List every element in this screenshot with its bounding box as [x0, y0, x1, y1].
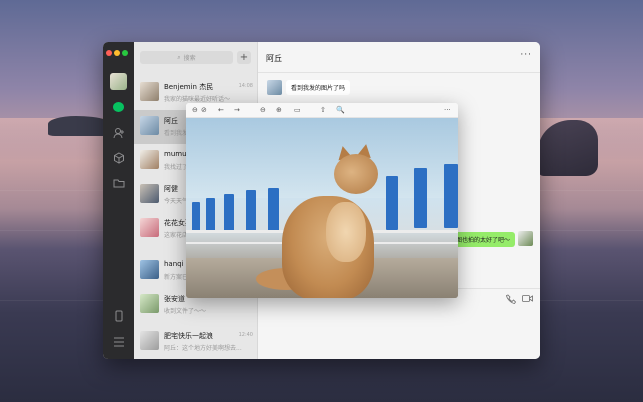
conversation-preview: 我家的猫咪最近好听话～ — [164, 96, 231, 103]
more-icon[interactable]: ··· — [444, 105, 451, 116]
conversation-preview: 收到文件了～～ — [164, 308, 207, 315]
nav-rail — [103, 42, 134, 359]
conversation-time: 14:08 — [238, 83, 253, 89]
header-divider — [258, 72, 540, 73]
photo-pillar — [386, 176, 398, 230]
avatar — [140, 82, 159, 101]
avatar[interactable] — [267, 80, 282, 95]
avatar — [140, 116, 159, 135]
share-icon[interactable]: ⇧ — [320, 105, 326, 116]
list-item[interactable]: 肥宅快乐一起浪 12:40 阿丘：这个地方好美啊想去... — [134, 325, 258, 359]
conversation-name: mumu — [164, 150, 187, 158]
conversation-name: 阿丘 — [164, 117, 178, 125]
close-window-button[interactable] — [106, 50, 112, 56]
photo-pillar — [224, 194, 234, 232]
conversation-preview: 阿丘：这个地方好美啊想去... — [164, 345, 242, 352]
rotate-left-icon[interactable]: ⊖ — [192, 105, 198, 116]
image-viewer: ⊖ ⊘ ← → ⊖ ⊕ ▭ ⇧ 🔍 ··· — [186, 103, 458, 298]
photo-pillar — [414, 168, 427, 228]
contacts-icon[interactable] — [111, 125, 126, 140]
search-input[interactable]: ⌕ 搜索 — [140, 51, 233, 64]
user-avatar[interactable] — [110, 73, 127, 90]
search-icon[interactable]: 🔍 — [336, 105, 345, 116]
photo-pillar — [444, 164, 458, 228]
avatar — [140, 150, 159, 169]
zoom-window-button[interactable] — [122, 50, 128, 56]
desktop-island-right — [538, 120, 598, 176]
cat-chest — [326, 202, 366, 262]
cat-photo[interactable] — [186, 118, 458, 298]
message-bubble[interactable]: 看到我发的图片了吗 — [286, 80, 351, 95]
zoom-out-icon[interactable]: ⊖ — [260, 105, 266, 116]
cat-head — [334, 154, 378, 194]
rotate-right-icon[interactable]: ⊘ — [201, 105, 207, 116]
avatar — [140, 294, 159, 313]
avatar — [140, 184, 159, 203]
conversation-name: hanqi — [164, 260, 184, 268]
previous-image-icon[interactable]: ← — [218, 105, 224, 116]
avatar — [140, 218, 159, 237]
add-button[interactable]: + — [237, 51, 251, 64]
avatar[interactable] — [518, 231, 533, 246]
video-call-icon[interactable] — [522, 294, 533, 306]
photo-pillar — [246, 190, 256, 232]
conversation-name: 张安道 — [164, 295, 185, 303]
phone-icon[interactable] — [111, 308, 126, 323]
photo-pillar — [192, 202, 200, 232]
cube-icon[interactable] — [111, 150, 126, 165]
chat-icon[interactable] — [111, 99, 126, 114]
photo-pillar — [206, 198, 215, 232]
avatar — [140, 260, 159, 279]
chat-title: 阿丘 — [266, 54, 282, 63]
conversation-name: Benjemin 杰民 — [164, 83, 214, 91]
menu-icon[interactable] — [111, 334, 126, 349]
voice-call-icon[interactable] — [506, 294, 517, 307]
next-image-icon[interactable]: → — [234, 105, 240, 116]
actual-size-icon[interactable]: ▭ — [294, 105, 301, 116]
zoom-in-icon[interactable]: ⊕ — [276, 105, 282, 116]
more-icon[interactable]: ··· — [520, 50, 532, 60]
viewer-toolbar: ⊖ ⊘ ← → ⊖ ⊕ ▭ ⇧ 🔍 ··· — [186, 103, 458, 118]
folder-icon[interactable] — [111, 175, 126, 190]
search-placeholder: 搜索 — [183, 55, 196, 62]
conversation-time: 12:40 — [238, 332, 253, 338]
photo-pillar — [268, 188, 279, 232]
avatar — [140, 331, 159, 350]
search-icon: ⌕ — [177, 53, 181, 61]
conversation-name: 肥宅快乐一起浪 — [164, 332, 213, 340]
minimize-window-button[interactable] — [114, 50, 120, 56]
conversation-name: 阿健 — [164, 185, 178, 193]
